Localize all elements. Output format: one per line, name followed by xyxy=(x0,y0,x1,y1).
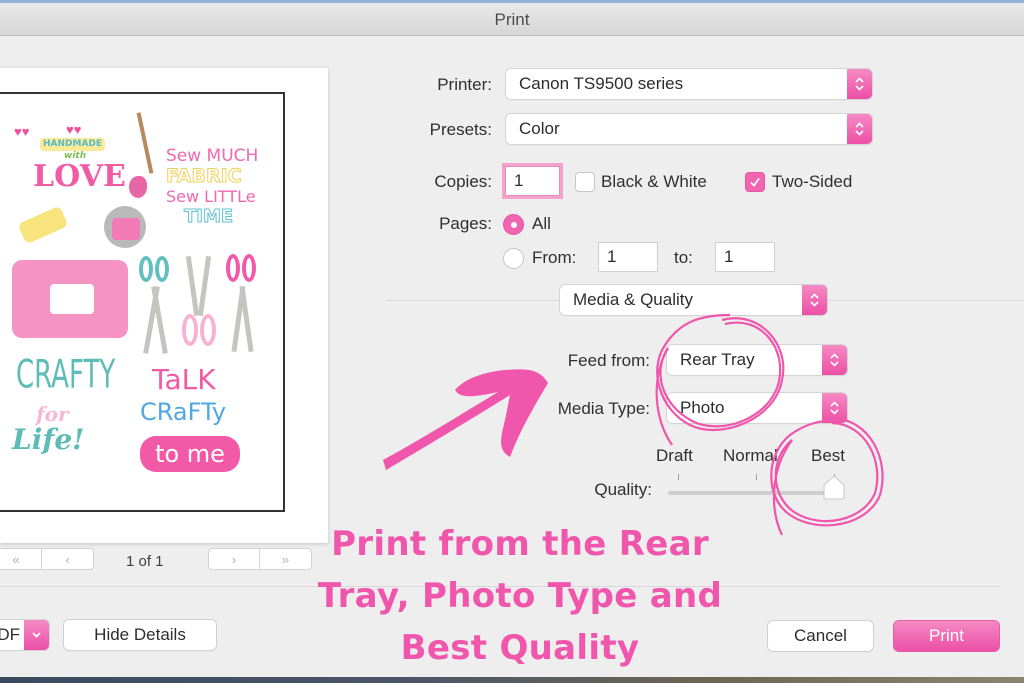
up-down-chevron-icon xyxy=(847,69,872,99)
pdf-menu-button[interactable]: PDF xyxy=(0,620,49,650)
glue-gun-icon xyxy=(17,205,69,245)
art-fabric: FABRIC xyxy=(166,165,243,187)
presets-select[interactable]: Color xyxy=(506,114,872,144)
quality-tick-best: Best xyxy=(811,446,846,465)
pages-range-radio[interactable] xyxy=(503,248,524,269)
slider-tick xyxy=(678,474,679,480)
sewing-machine-arm xyxy=(50,284,94,314)
chevron-left-icon: ‹ xyxy=(65,551,70,567)
presets-label: Presets: xyxy=(429,120,492,139)
next-page-button[interactable]: › xyxy=(208,548,260,570)
art-handmade: HANDMADE xyxy=(40,138,106,151)
up-down-chevron-icon xyxy=(822,393,847,423)
spool-thread xyxy=(112,218,140,240)
black-white-checkbox[interactable] xyxy=(575,172,595,192)
print-button[interactable]: Print xyxy=(894,621,999,651)
previous-page-button[interactable]: ‹ xyxy=(42,548,94,570)
art-for: for xyxy=(36,402,69,426)
title-bar[interactable]: Print xyxy=(0,3,1024,36)
hide-details-button[interactable]: Hide Details xyxy=(64,620,216,650)
feed-from-select[interactable]: Rear Tray xyxy=(667,345,847,375)
annotation-line-3: Best Quality xyxy=(400,628,640,668)
copies-label: Copies: xyxy=(434,172,492,191)
pages-all-radio[interactable] xyxy=(503,214,524,235)
paint-splash-icon xyxy=(129,176,147,198)
printer-value: Canon TS9500 series xyxy=(519,74,684,93)
art-sew-little: Sew LITTLe xyxy=(166,187,256,206)
printer-select[interactable]: Canon TS9500 series xyxy=(506,69,872,99)
media-type-select[interactable]: Photo xyxy=(667,393,847,423)
cancel-button[interactable]: Cancel xyxy=(768,621,873,651)
double-chevron-right-icon: » xyxy=(281,551,290,567)
up-down-chevron-icon xyxy=(822,345,847,375)
pages-to-input[interactable]: 1 xyxy=(715,242,775,272)
checkmark-icon xyxy=(750,177,760,187)
art-to-me: to me xyxy=(140,436,240,472)
section-value: Media & Quality xyxy=(573,290,693,309)
pager-left: « ‹ xyxy=(0,548,94,572)
scissors-icon-teal xyxy=(139,256,173,356)
media-type-value: Photo xyxy=(680,398,725,417)
two-sided-checkbox[interactable] xyxy=(745,172,765,192)
heart-icon: ♥♥ xyxy=(66,122,82,137)
annotation-line-2: Tray, Photo Type and xyxy=(317,576,723,616)
scissors-icon-magenta xyxy=(226,254,260,354)
pages-from-input[interactable]: 1 xyxy=(598,242,658,272)
preview-content: ♥♥ ♥♥ HANDMADE with LOVE Sew MUCH FABRIC… xyxy=(0,92,285,512)
paintbrush-icon xyxy=(136,112,154,174)
pdf-label: PDF xyxy=(0,625,20,644)
art-crafty-2: CRaFTy xyxy=(140,398,227,426)
annotation-line-1: Print from the Rear xyxy=(331,524,709,564)
quality-tick-draft: Draft xyxy=(656,446,693,465)
pages-from-label: From: xyxy=(532,248,577,267)
quality-slider[interactable] xyxy=(668,491,838,495)
quality-label: Quality: xyxy=(594,480,652,499)
pages-to-label: to: xyxy=(674,248,693,267)
desktop-background-bottom xyxy=(0,677,1024,683)
first-page-button[interactable]: « xyxy=(0,548,42,570)
scissors-icon-pink xyxy=(180,255,220,356)
quality-slider-knob[interactable] xyxy=(823,475,845,500)
section-select[interactable]: Media & Quality xyxy=(560,285,827,315)
black-white-label: Black & White xyxy=(601,172,707,191)
presets-value: Color xyxy=(519,119,560,138)
art-sew-much: Sew MUCH xyxy=(166,146,259,166)
up-down-chevron-icon xyxy=(847,114,872,144)
art-crafty: CRAFTY xyxy=(16,353,116,398)
heart-icon: ♥♥ xyxy=(14,124,30,139)
art-talk: TaLK xyxy=(152,363,216,396)
copies-input[interactable]: 1 xyxy=(505,166,560,196)
printer-label: Printer: xyxy=(437,75,492,94)
art-life: Life! xyxy=(12,423,85,456)
slider-tick xyxy=(756,474,757,480)
pager-right: › » xyxy=(208,548,312,572)
art-time: TIME xyxy=(183,206,234,227)
window-title: Print xyxy=(494,10,530,29)
pages-label: Pages: xyxy=(439,214,492,233)
up-down-chevron-icon xyxy=(802,285,827,315)
page-indicator: 1 of 1 xyxy=(126,553,164,570)
chevron-down-icon xyxy=(24,620,49,650)
two-sided-label: Two-Sided xyxy=(772,172,853,191)
print-preview-page: ♥♥ ♥♥ HANDMADE with LOVE Sew MUCH FABRIC… xyxy=(0,68,328,543)
chevron-right-icon: › xyxy=(231,551,237,567)
feed-from-label: Feed from: xyxy=(567,351,650,370)
annotation-caption: Print from the Rear Tray, Photo Type and… xyxy=(300,518,740,674)
double-chevron-left-icon: « xyxy=(12,551,20,567)
art-love: LOVE xyxy=(33,159,126,194)
quality-tick-normal: Normal xyxy=(723,446,778,465)
media-type-label: Media Type: xyxy=(557,399,650,418)
feed-from-value: Rear Tray xyxy=(680,350,755,369)
pages-all-label: All xyxy=(532,214,551,233)
